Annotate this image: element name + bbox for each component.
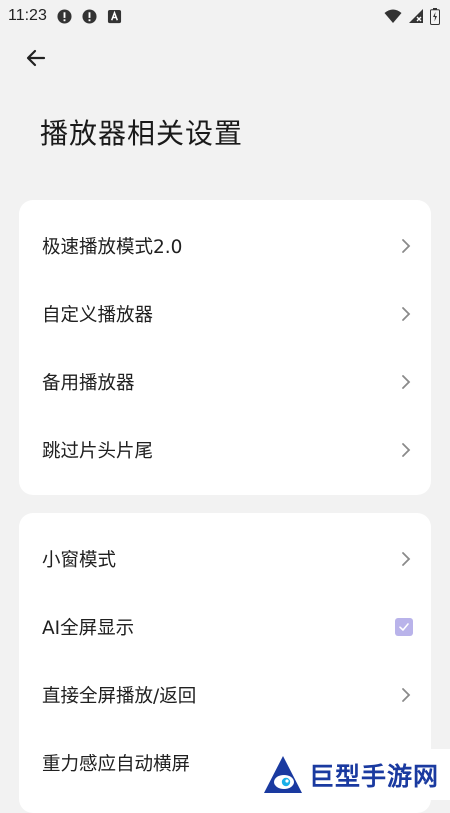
check-icon (399, 623, 409, 631)
setting-row-skip-intro-outro[interactable]: 跳过片头片尾 (19, 416, 431, 484)
chevron-right-icon (402, 239, 411, 253)
status-time: 11:23 (8, 7, 47, 24)
status-right (384, 7, 440, 25)
status-left: 11:23 (8, 7, 122, 25)
setting-label: 自定义播放器 (42, 305, 154, 326)
signal-icon (409, 9, 423, 23)
watermark: 巨型手游网 (255, 749, 450, 800)
alert-icon (57, 8, 72, 24)
setting-label: 直接全屏播放/返回 (42, 686, 197, 707)
alert-icon (82, 8, 97, 24)
setting-label: 极速播放模式2.0 (42, 237, 183, 258)
setting-row-mini-window[interactable]: 小窗模式 (19, 525, 431, 593)
chevron-right-icon (402, 443, 411, 457)
setting-label: 重力感应自动横屏 (42, 754, 191, 775)
keyboard-a-icon (107, 9, 121, 23)
battery-icon (430, 7, 440, 25)
setting-label: AI全屏显示 (42, 618, 135, 639)
chevron-right-icon (402, 307, 411, 321)
setting-row-backup-player[interactable]: 备用播放器 (19, 348, 431, 416)
status-bar: 11:23 (0, 0, 450, 32)
chevron-right-icon (402, 688, 411, 702)
chevron-right-icon (402, 375, 411, 389)
setting-label: 小窗模式 (42, 550, 117, 571)
chevron-right-icon (402, 552, 411, 566)
settings-card-playback: 极速播放模式2.0 自定义播放器 备用播放器 跳过片头片尾 (19, 200, 431, 495)
setting-row-custom-player[interactable]: 自定义播放器 (19, 280, 431, 348)
setting-row-ai-fullscreen[interactable]: AI全屏显示 (19, 593, 431, 661)
watermark-logo-icon (264, 755, 302, 793)
page-title: 播放器相关设置 (40, 117, 244, 150)
setting-row-direct-fullscreen[interactable]: 直接全屏播放/返回 (19, 661, 431, 729)
watermark-text: 巨型手游网 (309, 761, 440, 791)
back-button[interactable] (18, 40, 54, 76)
ai-fullscreen-checkbox[interactable] (395, 618, 413, 636)
wifi-icon (384, 9, 402, 23)
setting-label: 跳过片头片尾 (42, 441, 154, 462)
arrow-left-icon (26, 49, 46, 67)
setting-label: 备用播放器 (42, 373, 135, 394)
setting-row-fast-play-mode[interactable]: 极速播放模式2.0 (19, 212, 431, 280)
